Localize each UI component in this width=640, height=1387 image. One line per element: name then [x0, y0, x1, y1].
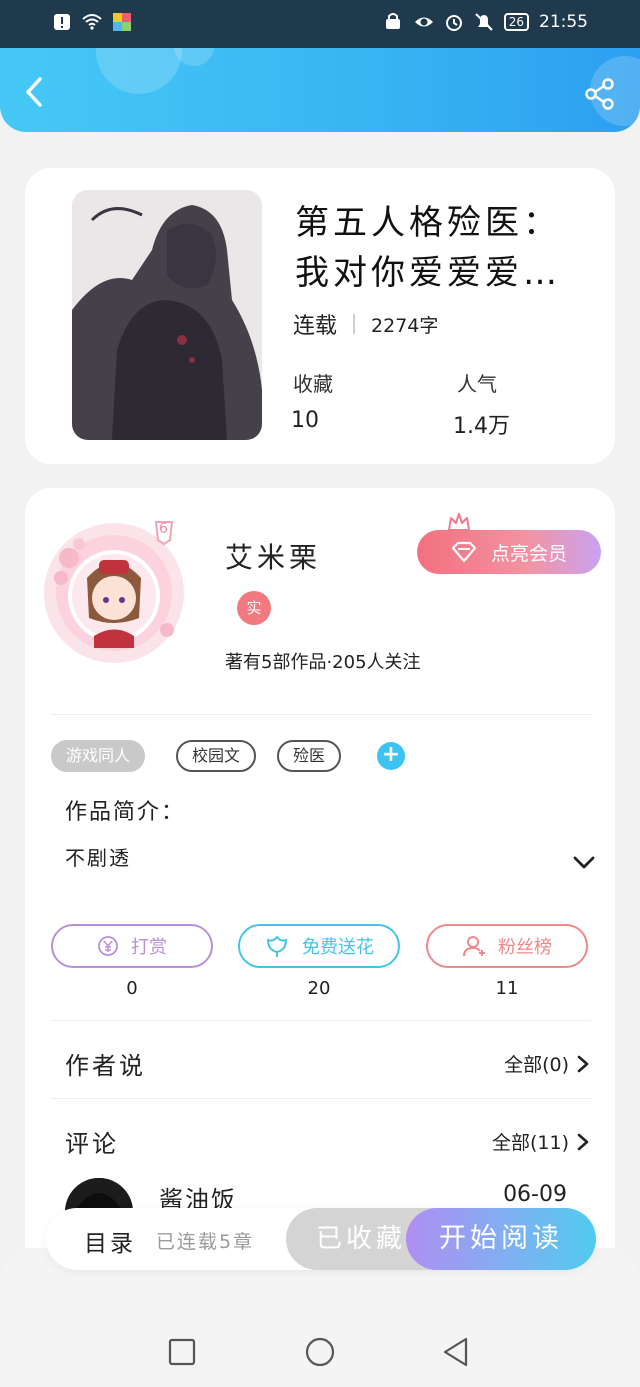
- book-status-line: 连载 2274字: [293, 308, 438, 340]
- divider: [353, 314, 356, 334]
- crown-icon: [448, 513, 470, 531]
- mute-bell-icon: [475, 13, 493, 31]
- flower-count: 20: [307, 978, 331, 999]
- chevron-right-icon: [577, 1055, 589, 1072]
- favorites-value: 10: [291, 408, 319, 433]
- send-flower-button[interactable]: 免费送花: [238, 924, 400, 968]
- tag-ship[interactable]: 殓医: [277, 740, 342, 772]
- comments-all-label: 全部(11): [491, 1132, 569, 1154]
- favorites-label: 收藏: [293, 372, 333, 396]
- home-button[interactable]: [304, 1336, 336, 1368]
- intro-title: 作品简介：: [65, 800, 186, 825]
- flower-label: 免费送花: [302, 937, 374, 958]
- status-bar: 26 21:55: [0, 0, 640, 48]
- comments-all-link[interactable]: 全部(11): [492, 1128, 589, 1155]
- flower-icon: [266, 935, 288, 957]
- author-details-card: 6 艾米栗 实 著有5部作品·205人关注 点亮会员 游戏同人 校园文 殓医 +…: [25, 488, 615, 1268]
- serial-status: 连载: [293, 314, 338, 339]
- divider: [51, 714, 591, 715]
- divider: [51, 1098, 591, 1099]
- book-info-card: 第五人格殓医： 我对你爱爱爱… 连载 2274字 收藏 10 人气 1.4万: [25, 168, 615, 464]
- author-says-all-link[interactable]: 全部(0): [504, 1050, 589, 1077]
- popularity-value: 1.4万: [453, 414, 510, 439]
- reward-label: 打赏: [131, 937, 167, 958]
- back-button[interactable]: [20, 76, 48, 108]
- reward-count: 0: [126, 978, 138, 999]
- share-button[interactable]: [584, 78, 616, 110]
- comments-title: 评论: [65, 1130, 119, 1158]
- diamond-icon: [451, 541, 477, 563]
- bottom-action-bar: 目录 已连载5章 已收藏 开始阅读: [46, 1208, 596, 1270]
- lock-rotation-icon: [385, 13, 400, 29]
- author-name[interactable]: 艾米栗: [225, 536, 321, 576]
- add-tag-button[interactable]: +: [377, 742, 405, 770]
- eye-icon: [414, 17, 433, 27]
- chevron-down-icon[interactable]: [573, 856, 595, 870]
- chevron-right-icon: [577, 1133, 589, 1150]
- book-title-line-1: 第五人格殓医：: [295, 203, 561, 243]
- author-says-all-label: 全部(0): [504, 1054, 569, 1076]
- book-title-line-2: 我对你爱爱爱…: [295, 253, 561, 293]
- popularity-label: 人气: [457, 372, 497, 396]
- divider: [51, 1020, 591, 1021]
- reward-button[interactable]: 打赏: [51, 924, 213, 968]
- alert-icon: [54, 14, 70, 30]
- recent-apps-button[interactable]: [166, 1336, 198, 1368]
- vip-button[interactable]: 点亮会员: [417, 530, 601, 574]
- fans-ranking-button[interactable]: 粉丝榜: [426, 924, 588, 968]
- header-bar: [0, 48, 640, 132]
- tag-campus[interactable]: 校园文: [176, 740, 257, 772]
- start-reading-button[interactable]: 开始阅读: [406, 1208, 596, 1270]
- alarm-icon: [445, 15, 462, 31]
- fans-count: 11: [495, 978, 519, 999]
- intro-text: 不剧透: [65, 846, 131, 870]
- wifi-icon: [82, 14, 102, 30]
- author-level: 6: [159, 521, 168, 537]
- comment-date: 06-09: [503, 1182, 567, 1207]
- yen-icon: [98, 936, 118, 956]
- tag-game-fanfic[interactable]: 游戏同人: [51, 740, 146, 772]
- battery-indicator: 26: [503, 13, 529, 31]
- back-nav-button[interactable]: [440, 1336, 472, 1368]
- user-icon: [463, 936, 485, 957]
- app-notification-icon: [113, 13, 131, 31]
- author-meta: 著有5部作品·205人关注: [225, 652, 421, 673]
- author-says-title: 作者说: [65, 1052, 146, 1080]
- word-count: 2274字: [371, 314, 439, 337]
- chapter-count: 已连载5章: [156, 1231, 255, 1253]
- book-cover-image: [72, 190, 262, 440]
- fans-label: 粉丝榜: [498, 937, 552, 958]
- toc-button[interactable]: 目录: [84, 1224, 136, 1258]
- system-nav-bar: [0, 1310, 640, 1387]
- book-title: 第五人格殓医： 我对你爱爱爱…: [295, 198, 595, 298]
- vip-button-label: 点亮会员: [490, 542, 567, 565]
- verified-badge: 实: [237, 591, 271, 625]
- status-time: 21:55: [539, 12, 588, 32]
